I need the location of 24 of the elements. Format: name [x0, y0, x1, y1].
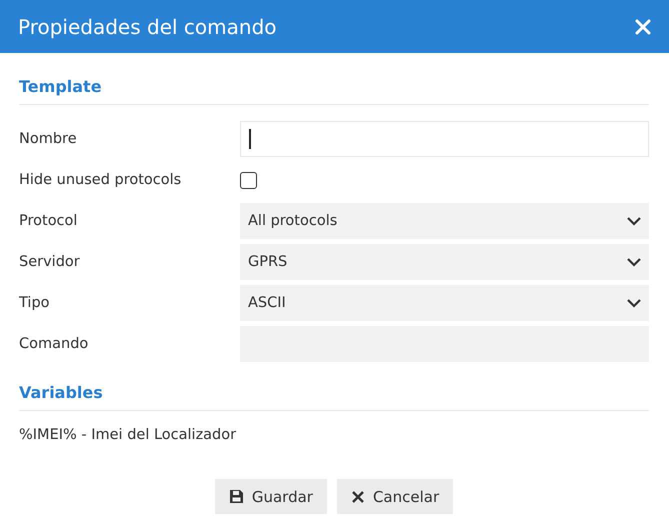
variable-text: %IMEI% - Imei del Localizador: [19, 427, 238, 443]
dropdown[interactable]: ASCII: [240, 285, 649, 321]
window-title: Propiedades del comando: [18, 14, 277, 38]
section-heading: Template: [19, 77, 649, 105]
close-icon: [350, 490, 365, 504]
chevron-down-icon: [626, 216, 642, 226]
dropdown[interactable]: GPRS: [240, 244, 649, 280]
field-label: Servidor: [19, 254, 81, 270]
chevron-down-icon: [626, 298, 642, 308]
chevron-down-icon: [626, 257, 642, 267]
dropdown[interactable]: All protocols: [240, 203, 649, 239]
close-button[interactable]: [635, 18, 651, 34]
text-cursor: [249, 129, 251, 149]
cancel-button[interactable]: Cancelar: [336, 479, 454, 514]
field-label: Comando: [19, 336, 90, 352]
section-heading: Variables: [19, 383, 649, 411]
input-field[interactable]: [240, 121, 649, 157]
save-button[interactable]: Guardar: [214, 479, 327, 514]
close-icon: [635, 18, 651, 34]
field-label: Protocol: [19, 213, 78, 229]
checkbox[interactable]: [240, 172, 257, 188]
field-label: Nombre: [19, 131, 78, 147]
field-label: Hide unused protocols: [19, 172, 182, 188]
field-label: Tipo: [19, 295, 51, 311]
